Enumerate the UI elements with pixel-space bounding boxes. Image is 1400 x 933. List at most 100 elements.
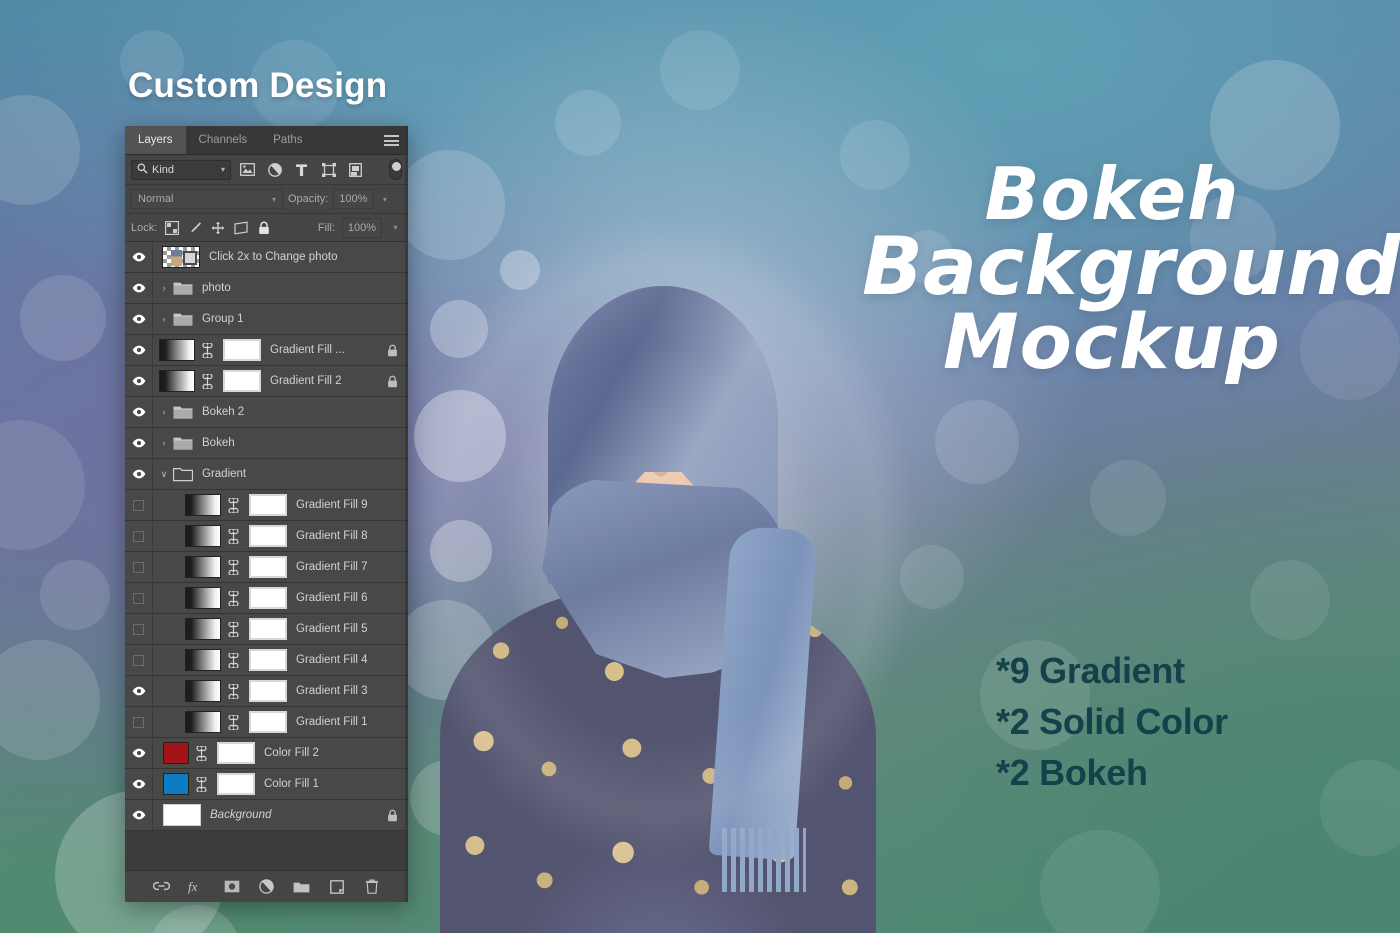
layer-visibility-eye-icon[interactable] (125, 428, 153, 458)
layer-row[interactable]: Gradient Fill 9 (125, 490, 408, 521)
lock-all-icon[interactable] (256, 220, 272, 236)
fill-value[interactable]: 100% (342, 217, 382, 238)
opacity-chevron-down-icon[interactable]: ▾ (378, 189, 391, 209)
layer-row[interactable]: Gradient Fill 6 (125, 583, 408, 614)
layer-thumbnail-solid-color[interactable] (163, 773, 189, 795)
layer-row[interactable]: Gradient Fill ... (125, 335, 408, 366)
tab-paths[interactable]: Paths (260, 126, 315, 154)
mask-link-icon[interactable] (200, 373, 214, 389)
mask-link-icon[interactable] (226, 652, 240, 668)
layer-mask-thumbnail[interactable] (249, 494, 287, 516)
chevron-right-icon[interactable]: › (157, 438, 171, 448)
lock-position-icon[interactable] (210, 220, 226, 236)
layer-row[interactable]: Click 2x to Change photo (125, 242, 408, 273)
blend-mode-select[interactable]: Normal ▾ (131, 189, 283, 209)
layer-thumbnail-gradient[interactable] (185, 525, 221, 547)
layer-thumbnail-gradient[interactable] (185, 556, 221, 578)
layer-thumbnail-gradient[interactable] (159, 339, 195, 361)
layer-row[interactable]: Color Fill 1 (125, 769, 408, 800)
mask-link-icon[interactable] (226, 621, 240, 637)
layer-mask-thumbnail[interactable] (217, 773, 255, 795)
mask-link-icon[interactable] (200, 342, 214, 358)
layer-visibility-eye-icon[interactable] (125, 304, 153, 334)
mask-link-icon[interactable] (226, 590, 240, 606)
layer-thumbnail-gradient[interactable] (185, 618, 221, 640)
layer-row[interactable]: Color Fill 2 (125, 738, 408, 769)
layer-visibility-eye-icon[interactable] (125, 397, 153, 427)
layer-thumbnail-gradient[interactable] (185, 711, 221, 733)
layer-mask-thumbnail[interactable] (249, 618, 287, 640)
layer-row[interactable]: ∨ Gradient (125, 459, 408, 490)
layer-visibility-off-icon[interactable] (125, 521, 153, 551)
new-layer-icon[interactable] (328, 878, 345, 895)
lock-transparent-pixels-icon[interactable] (164, 220, 180, 236)
pixel-layer-filter-icon[interactable] (237, 160, 258, 180)
chevron-right-icon[interactable]: › (157, 407, 171, 417)
fill-chevron-down-icon[interactable]: ▾ (389, 218, 402, 238)
layer-thumbnail-gradient[interactable] (185, 587, 221, 609)
layer-mask-thumbnail[interactable] (249, 525, 287, 547)
smart-object-filter-icon[interactable] (345, 160, 366, 180)
layer-visibility-eye-icon[interactable] (125, 676, 153, 706)
mask-link-icon[interactable] (226, 559, 240, 575)
layer-visibility-eye-icon[interactable] (125, 738, 153, 768)
layer-mask-thumbnail[interactable] (217, 742, 255, 764)
layer-row[interactable]: › photo (125, 273, 408, 304)
layer-mask-thumbnail[interactable] (249, 680, 287, 702)
layer-visibility-eye-icon[interactable] (125, 459, 153, 489)
layer-row[interactable]: Gradient Fill 7 (125, 552, 408, 583)
lock-artboard-nesting-icon[interactable] (233, 220, 249, 236)
layer-visibility-eye-icon[interactable] (125, 366, 153, 396)
layer-row[interactable]: › Bokeh 2 (125, 397, 408, 428)
mask-link-icon[interactable] (194, 776, 208, 792)
layer-mask-thumbnail[interactable] (249, 587, 287, 609)
layer-row[interactable]: Gradient Fill 2 (125, 366, 408, 397)
layer-row[interactable]: Gradient Fill 4 (125, 645, 408, 676)
mask-link-icon[interactable] (226, 497, 240, 513)
layer-visibility-eye-icon[interactable] (125, 335, 153, 365)
layer-thumbnail-gradient[interactable] (185, 680, 221, 702)
layer-visibility-off-icon[interactable] (125, 552, 153, 582)
mask-link-icon[interactable] (194, 745, 208, 761)
layer-visibility-eye-icon[interactable] (125, 769, 153, 799)
layer-row[interactable]: › Group 1 (125, 304, 408, 335)
layer-row[interactable]: › Bokeh (125, 428, 408, 459)
chevron-down-icon[interactable]: ∨ (157, 469, 171, 480)
layer-visibility-eye-icon[interactable] (125, 242, 153, 272)
layer-visibility-eye-icon[interactable] (125, 273, 153, 303)
layer-row[interactable]: Background (125, 800, 408, 831)
layer-visibility-off-icon[interactable] (125, 645, 153, 675)
mask-link-icon[interactable] (226, 714, 240, 730)
lock-image-pixels-icon[interactable] (187, 220, 203, 236)
delete-layer-icon[interactable] (363, 878, 380, 895)
layer-thumbnail-gradient[interactable] (185, 649, 221, 671)
tab-layers[interactable]: Layers (125, 126, 186, 154)
layer-style-fx-icon[interactable]: fx (188, 878, 205, 895)
layer-visibility-off-icon[interactable] (125, 583, 153, 613)
tab-channels[interactable]: Channels (186, 126, 261, 154)
opacity-value[interactable]: 100% (333, 189, 374, 209)
layer-visibility-off-icon[interactable] (125, 614, 153, 644)
layer-thumbnail-gradient[interactable] (159, 370, 195, 392)
chevron-right-icon[interactable]: › (157, 314, 171, 324)
hamburger-menu-icon[interactable] (384, 135, 399, 146)
layer-mask-thumbnail[interactable] (249, 556, 287, 578)
chevron-right-icon[interactable]: › (157, 283, 171, 293)
layer-mask-thumbnail[interactable] (249, 649, 287, 671)
type-layer-filter-icon[interactable] (291, 160, 312, 180)
layer-thumbnail-solid-color[interactable] (163, 742, 189, 764)
layer-row[interactable]: Gradient Fill 1 (125, 707, 408, 738)
layer-row[interactable]: Gradient Fill 3 (125, 676, 408, 707)
layer-visibility-off-icon[interactable] (125, 490, 153, 520)
layer-row[interactable]: Gradient Fill 5 (125, 614, 408, 645)
shape-layer-filter-icon[interactable] (318, 160, 339, 180)
layer-mask-thumbnail[interactable] (223, 339, 261, 361)
layer-thumbnail-gradient[interactable] (185, 494, 221, 516)
kind-filter-select[interactable]: Kind ▾ (131, 159, 231, 180)
layer-visibility-off-icon[interactable] (125, 707, 153, 737)
layer-mask-icon[interactable] (223, 878, 240, 895)
filter-toggle-switch[interactable] (389, 159, 402, 180)
new-group-icon[interactable] (293, 878, 310, 895)
layer-mask-thumbnail[interactable] (223, 370, 261, 392)
new-fill-adjustment-layer-icon[interactable] (258, 878, 275, 895)
